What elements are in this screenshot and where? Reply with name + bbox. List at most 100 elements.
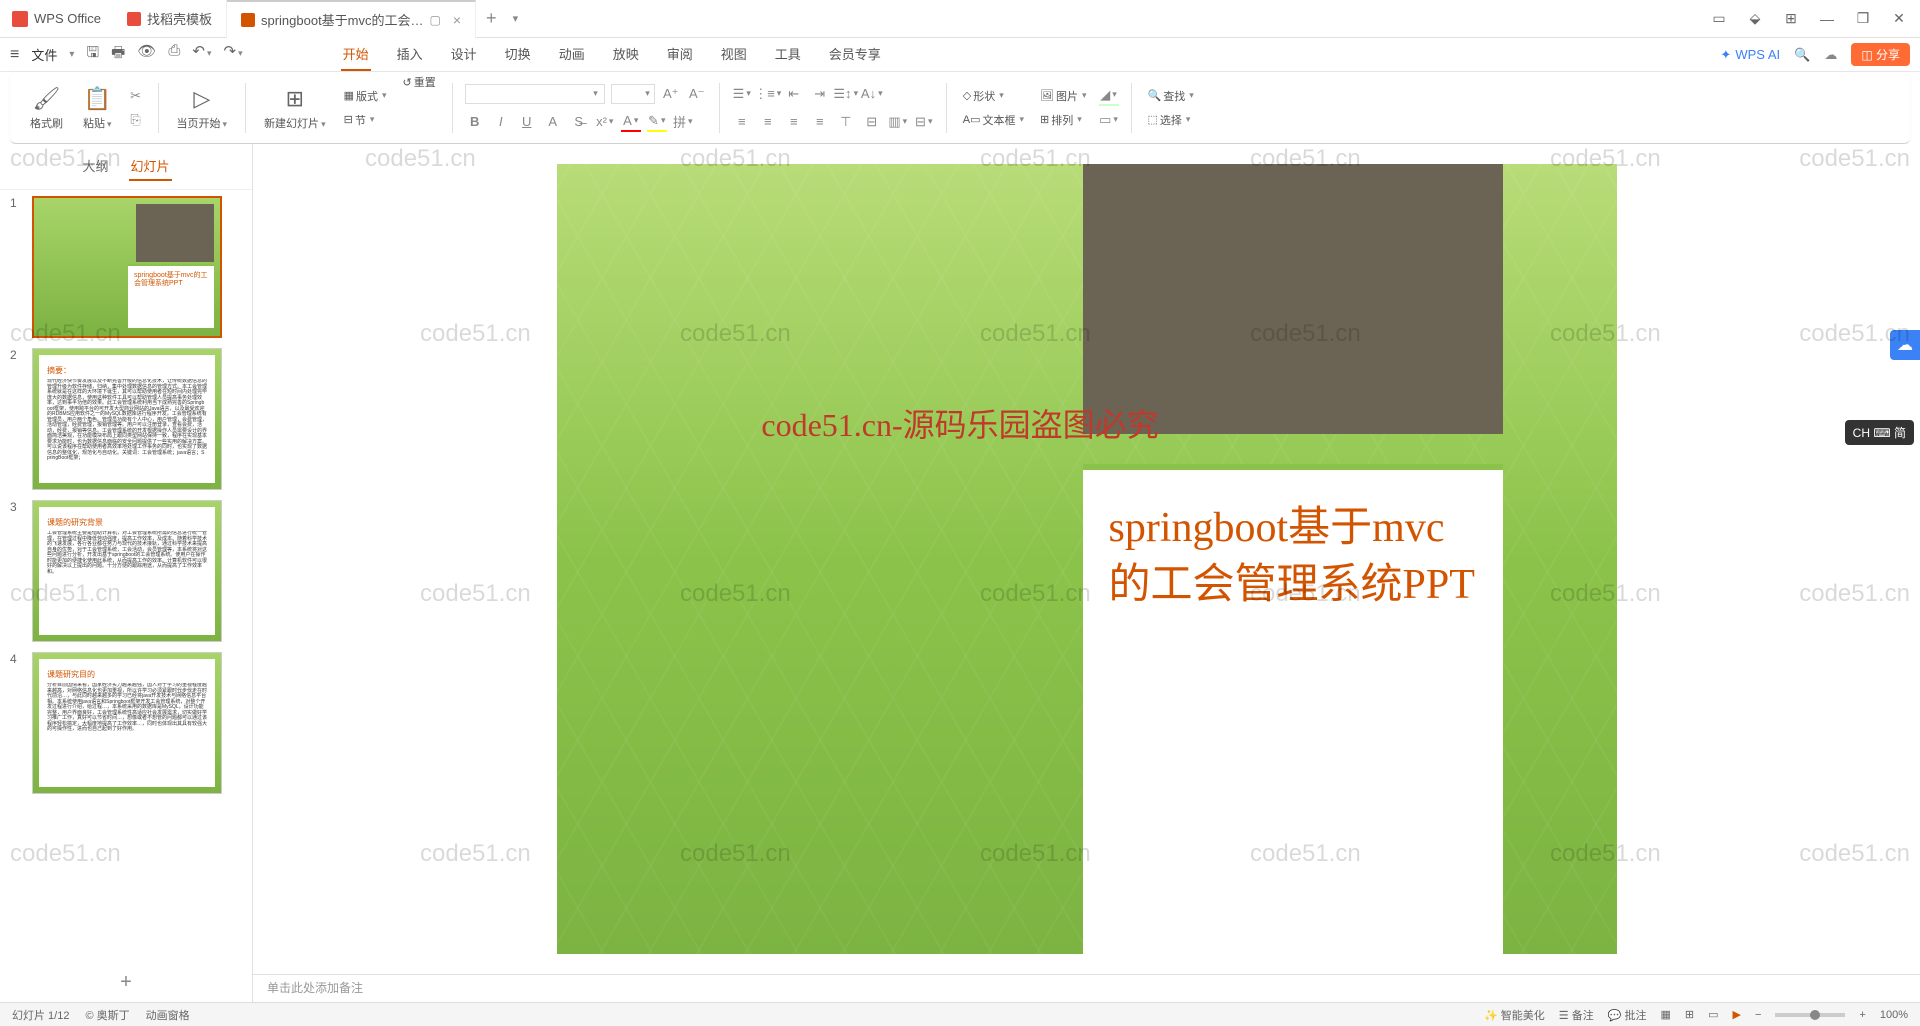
- indent-inc-icon[interactable]: ⇥: [810, 84, 830, 104]
- slide-thumb-2[interactable]: 摘要： 现代经济快节奏发展以及不断完善升级的信息化技术，让传统数据信息的管理升级…: [32, 348, 222, 490]
- layout-button[interactable]: ▦ 版式▾: [340, 86, 391, 106]
- status-animation-pane[interactable]: 动画窗格: [146, 1007, 190, 1023]
- menu-tab-transition[interactable]: 切换: [503, 38, 533, 71]
- close-window-icon[interactable]: ✕: [1890, 10, 1908, 28]
- file-arrow[interactable]: ▾: [69, 49, 74, 60]
- hamburger-icon[interactable]: ≡: [10, 46, 19, 64]
- slide-image-placeholder[interactable]: [1083, 164, 1503, 434]
- undo-icon[interactable]: ↶▾: [192, 42, 211, 67]
- window-icon[interactable]: ▭: [1710, 10, 1728, 28]
- copy-icon[interactable]: ⎘: [126, 110, 146, 130]
- align-mid-icon[interactable]: ⊟: [862, 112, 882, 132]
- font-color-icon[interactable]: A▾: [621, 112, 641, 132]
- select-button[interactable]: ⬚ 选择▾: [1144, 110, 1198, 130]
- new-slide-button[interactable]: ⊞ 新建幻灯片▾: [258, 85, 332, 131]
- ime-indicator[interactable]: CH ⌨ 简: [1845, 420, 1914, 445]
- view-sorter-icon[interactable]: ⊞: [1685, 1008, 1694, 1021]
- cloud-sync-icon[interactable]: ☁: [1824, 47, 1837, 63]
- play-from-current-button[interactable]: ▷ 当页开始▾: [171, 85, 234, 131]
- bullets-icon[interactable]: ☰▾: [732, 84, 752, 104]
- zoom-slider[interactable]: [1775, 1013, 1845, 1017]
- cut-icon[interactable]: ✂: [126, 86, 146, 106]
- menu-tab-design[interactable]: 设计: [449, 38, 479, 71]
- text-dir-icon[interactable]: A↓▾: [862, 84, 882, 104]
- fill-icon[interactable]: ◢▾: [1099, 86, 1119, 106]
- search-icon[interactable]: 🔍: [1794, 47, 1810, 63]
- zoom-value[interactable]: 100%: [1880, 1009, 1908, 1021]
- arrange-button[interactable]: ⊞ 排列▾: [1036, 110, 1091, 130]
- text-align-icon[interactable]: ⊟▾: [914, 112, 934, 132]
- slide-title-box[interactable]: springboot基于mvc的工会管理系统PPT: [1083, 464, 1503, 954]
- minimize-icon[interactable]: —: [1818, 10, 1836, 28]
- decrease-font-icon[interactable]: A⁻: [687, 84, 707, 104]
- increase-font-icon[interactable]: A⁺: [661, 84, 681, 104]
- menu-tab-view[interactable]: 视图: [719, 38, 749, 71]
- add-slide-button[interactable]: +: [0, 963, 252, 1002]
- align-center-icon[interactable]: ≡: [758, 112, 778, 132]
- apps-icon[interactable]: ⊞: [1782, 10, 1800, 28]
- pinyin-icon[interactable]: 拼▾: [673, 112, 693, 132]
- notes-input[interactable]: 单击此处添加备注: [253, 974, 1920, 1002]
- view-reading-icon[interactable]: ▭: [1708, 1008, 1718, 1021]
- columns-icon[interactable]: ▥▾: [888, 112, 908, 132]
- redo-icon[interactable]: ↷▾: [224, 42, 243, 67]
- menu-tab-start[interactable]: 开始: [341, 38, 371, 71]
- status-comments[interactable]: 💬 批注: [1608, 1007, 1647, 1023]
- tab-menu-arrow[interactable]: ▾: [507, 12, 525, 25]
- indent-dec-icon[interactable]: ⇤: [784, 84, 804, 104]
- view-normal-icon[interactable]: ▦: [1660, 1008, 1670, 1021]
- menu-tab-insert[interactable]: 插入: [395, 38, 425, 71]
- slide-thumb-3[interactable]: 课题的研究背景 工会管理系统主要是借助计算机，对工会管理系统所需的信息进行统一管…: [32, 500, 222, 642]
- slide-canvas[interactable]: springboot基于mvc的工会管理系统PPT: [557, 164, 1617, 954]
- wps-ai-button[interactable]: ✦ WPS AI: [1720, 47, 1780, 63]
- picture-button[interactable]: 🖼 图片▾: [1036, 86, 1091, 106]
- numbering-icon[interactable]: ⋮≡▾: [758, 84, 778, 104]
- line-spacing-icon[interactable]: ☰↕▾: [836, 84, 856, 104]
- maximize-icon[interactable]: ❐: [1854, 10, 1872, 28]
- menu-tab-tools[interactable]: 工具: [773, 38, 803, 71]
- share-button[interactable]: ◫ 分享: [1851, 43, 1910, 66]
- menu-tab-member[interactable]: 会员专享: [827, 38, 883, 71]
- shadow-icon[interactable]: A: [543, 112, 563, 132]
- print-icon[interactable]: 🖶: [111, 42, 125, 67]
- add-tab-button[interactable]: +: [476, 8, 507, 29]
- menu-tab-review[interactable]: 审阅: [665, 38, 695, 71]
- format-painter-button[interactable]: 🖌 格式刷: [24, 85, 69, 131]
- zoom-out-icon[interactable]: −: [1755, 1009, 1761, 1021]
- save-icon[interactable]: 🖫: [86, 42, 99, 67]
- shape-button[interactable]: ◇ 形状▾: [959, 86, 1028, 106]
- preview-icon[interactable]: 👁: [137, 42, 156, 67]
- paste-button[interactable]: 📋 粘贴▾: [77, 85, 118, 131]
- bold-icon[interactable]: B: [465, 112, 485, 132]
- outline-icon[interactable]: ▭▾: [1099, 110, 1119, 130]
- font-family-select[interactable]: ▾: [465, 84, 605, 104]
- font-size-select[interactable]: ▾: [611, 84, 655, 104]
- zoom-in-icon[interactable]: +: [1859, 1009, 1865, 1021]
- view-slideshow-icon[interactable]: ▶: [1733, 1008, 1741, 1021]
- file-menu[interactable]: 文件: [31, 45, 57, 64]
- export-icon[interactable]: ⎙: [168, 42, 180, 67]
- superscript-icon[interactable]: x²▾: [595, 112, 615, 132]
- slide-thumb-4[interactable]: 课题研究目的 分析目前国情来看，国家经济实力越来越强，国人对于学习的重视程度越来…: [32, 652, 222, 794]
- reset-button[interactable]: ↺ 重置: [399, 72, 440, 92]
- menu-tab-animation[interactable]: 动画: [557, 38, 587, 71]
- italic-icon[interactable]: I: [491, 112, 511, 132]
- strike-icon[interactable]: S̶: [569, 112, 589, 132]
- menu-tab-slideshow[interactable]: 放映: [611, 38, 641, 71]
- tab-templates[interactable]: 找稻壳模板: [113, 0, 227, 38]
- package-icon[interactable]: ⬙: [1746, 10, 1764, 28]
- slide-thumb-1[interactable]: springboot基于mvc的工会管理系统PPT: [32, 196, 222, 338]
- status-notes[interactable]: ☰ 备注: [1559, 1007, 1594, 1023]
- textbox-button[interactable]: A▭ 文本框▾: [959, 110, 1028, 130]
- tab-document[interactable]: springboot基于mvc的工会… ▢ ×: [227, 0, 476, 38]
- cloud-sync-badge[interactable]: ☁: [1890, 330, 1920, 360]
- status-beautify[interactable]: ✨ 智能美化: [1484, 1007, 1545, 1023]
- align-top-icon[interactable]: ⊤: [836, 112, 856, 132]
- close-icon[interactable]: ×: [453, 12, 461, 28]
- align-justify-icon[interactable]: ≡: [810, 112, 830, 132]
- highlight-icon[interactable]: ✎▾: [647, 112, 667, 132]
- find-button[interactable]: 🔍 查找▾: [1144, 86, 1198, 106]
- panel-tab-slides[interactable]: 幻灯片: [129, 152, 172, 181]
- underline-icon[interactable]: U: [517, 112, 537, 132]
- align-left-icon[interactable]: ≡: [732, 112, 752, 132]
